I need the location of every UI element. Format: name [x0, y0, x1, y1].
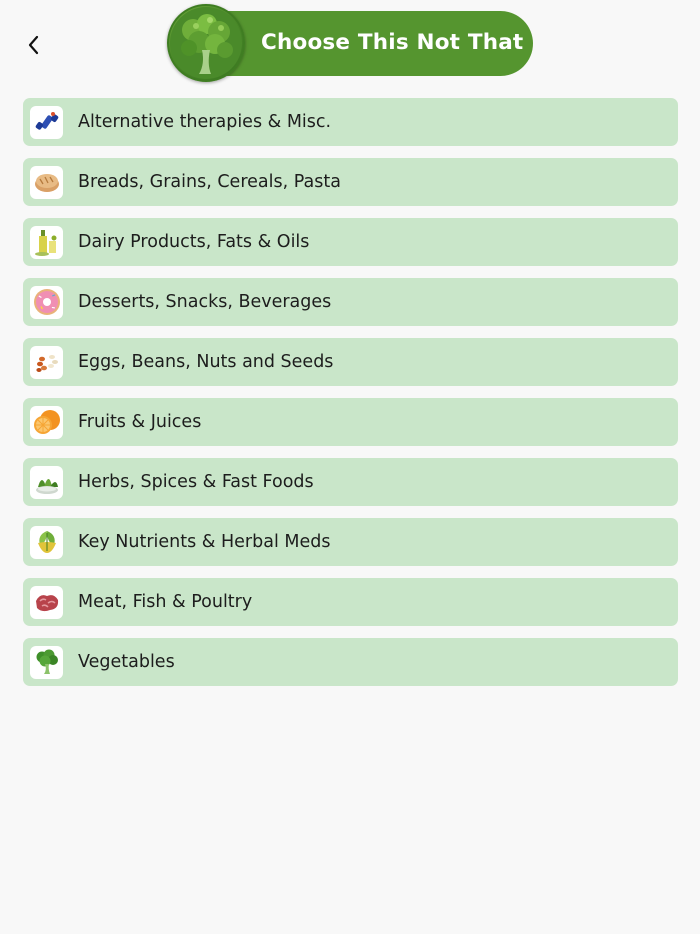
meat-icon [30, 585, 63, 619]
category-item-desserts[interactable]: Desserts, Snacks, Beverages [23, 278, 678, 326]
category-label: Herbs, Spices & Fast Foods [78, 472, 314, 492]
dumbbell-icon [30, 105, 63, 139]
broccoli-icon [30, 645, 63, 679]
category-list: Alternative therapies & Misc. Breads, Gr… [23, 98, 678, 698]
herbal-leaf-icon [30, 525, 63, 559]
category-item-breads[interactable]: Breads, Grains, Cereals, Pasta [23, 158, 678, 206]
donut-icon [30, 285, 63, 319]
category-item-herbs[interactable]: Herbs, Spices & Fast Foods [23, 458, 678, 506]
category-label: Eggs, Beans, Nuts and Seeds [78, 352, 334, 372]
app-header: Choose This Not That [167, 4, 533, 82]
category-label: Dairy Products, Fats & Oils [78, 232, 310, 252]
category-item-dairy[interactable]: Dairy Products, Fats & Oils [23, 218, 678, 266]
oil-bottle-icon [30, 225, 63, 259]
category-item-alternative-therapies[interactable]: Alternative therapies & Misc. [23, 98, 678, 146]
category-item-eggs[interactable]: Eggs, Beans, Nuts and Seeds [23, 338, 678, 386]
category-label: Meat, Fish & Poultry [78, 592, 253, 612]
beans-icon [30, 345, 63, 379]
back-button[interactable] [22, 32, 46, 58]
category-item-fruits[interactable]: Fruits & Juices [23, 398, 678, 446]
category-label: Fruits & Juices [78, 412, 202, 432]
category-label: Vegetables [78, 652, 175, 672]
category-label: Desserts, Snacks, Beverages [78, 292, 332, 312]
category-item-nutrients[interactable]: Key Nutrients & Herbal Meds [23, 518, 678, 566]
chevron-left-icon [28, 35, 39, 55]
category-item-vegetables[interactable]: Vegetables [23, 638, 678, 686]
category-label: Key Nutrients & Herbal Meds [78, 532, 331, 552]
herbs-icon [30, 465, 63, 499]
broccoli-icon [167, 4, 245, 82]
category-item-meat[interactable]: Meat, Fish & Poultry [23, 578, 678, 626]
category-label: Breads, Grains, Cereals, Pasta [78, 172, 341, 192]
bread-icon [30, 165, 63, 199]
orange-icon [30, 405, 63, 439]
category-label: Alternative therapies & Misc. [78, 112, 332, 132]
page-title: Choose This Not That [261, 30, 524, 55]
